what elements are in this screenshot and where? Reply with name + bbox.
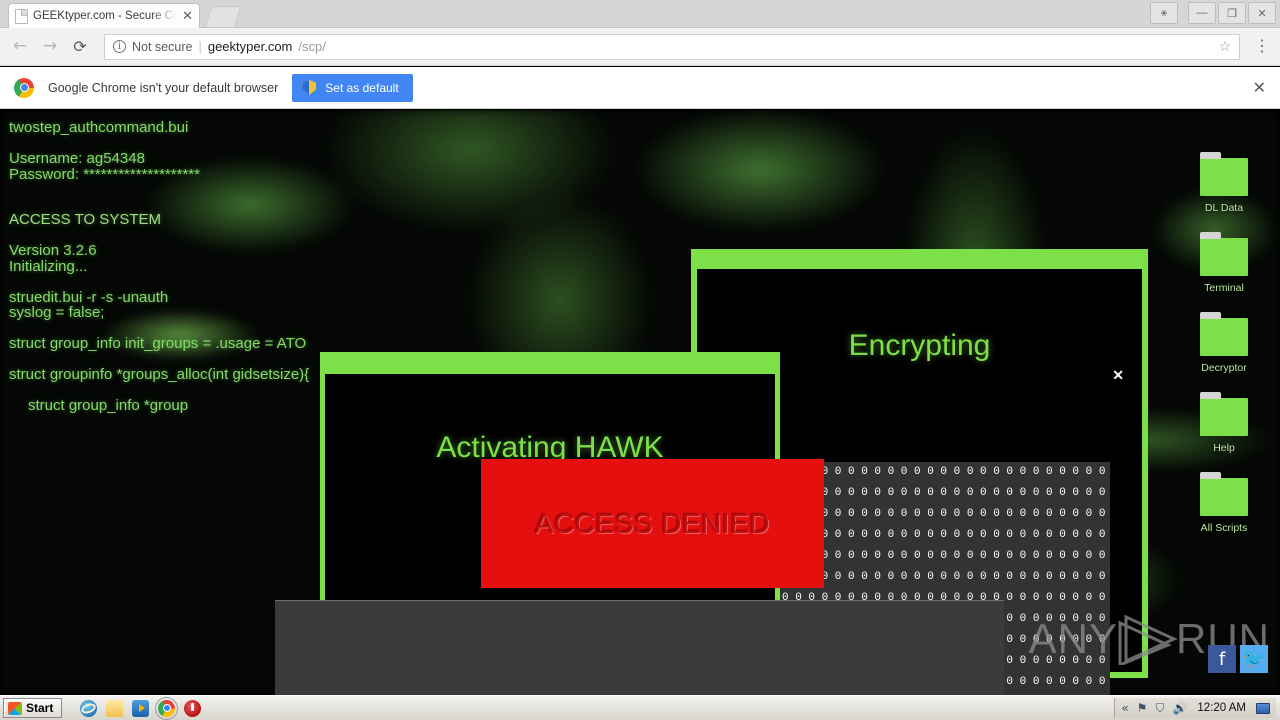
omnibox-separator: | bbox=[198, 39, 202, 54]
network-flag-icon[interactable]: ⚑ bbox=[1137, 702, 1148, 714]
system-tray: « ⚑ ⛉ 🔊 12:20 AM bbox=[1114, 698, 1276, 718]
terminal-line: twostep_authcommand.bui bbox=[9, 119, 189, 136]
windows-flag-icon bbox=[8, 701, 22, 715]
tab-strip: GEEKtyper.com - Secure Co ✕ ⚹ — ❐ ✕ bbox=[0, 0, 1280, 28]
window-controls: ⚹ — ❐ ✕ bbox=[1150, 2, 1276, 24]
quick-launch-bar bbox=[80, 696, 202, 720]
set-as-default-label: Set as default bbox=[325, 80, 399, 95]
play-triangle-icon bbox=[1116, 613, 1178, 665]
close-icon[interactable]: ✕ bbox=[182, 10, 193, 23]
page-icon bbox=[15, 8, 28, 24]
url-domain: geektyper.com bbox=[207, 39, 293, 54]
security-alert-icon[interactable]: ⛉ bbox=[1155, 702, 1164, 714]
hawk-window-titlebar[interactable] bbox=[325, 352, 775, 374]
minimize-button[interactable]: — bbox=[1188, 2, 1216, 24]
close-window-button[interactable]: ✕ bbox=[1248, 2, 1276, 24]
start-button-label: Start bbox=[26, 701, 54, 715]
anyrun-text-left: ANY bbox=[1028, 615, 1118, 662]
address-bar[interactable]: i Not secure | geektyper.com/scp/ ☆ bbox=[104, 33, 1240, 60]
taskbar-clock[interactable]: 12:20 AM bbox=[1197, 702, 1246, 714]
desktop-icon-all-scripts[interactable]: All Scripts bbox=[1182, 472, 1266, 534]
desktop-icon-terminal[interactable]: Terminal bbox=[1182, 232, 1266, 294]
volume-icon[interactable]: 🔊 bbox=[1172, 702, 1187, 714]
restore-button[interactable]: ❐ bbox=[1218, 2, 1246, 24]
set-as-default-button[interactable]: Set as default bbox=[292, 73, 413, 102]
desktop-icon-label: Help bbox=[1213, 442, 1235, 454]
tab-title: GEEKtyper.com - Secure Co bbox=[33, 10, 178, 22]
terminal-line: Username: ag54348 bbox=[9, 149, 145, 167]
shield-icon bbox=[302, 80, 317, 95]
folder-icon bbox=[1200, 312, 1248, 356]
folder-icon bbox=[1200, 472, 1248, 516]
browser-tab[interactable]: GEEKtyper.com - Secure Co ✕ bbox=[8, 3, 200, 28]
info-icon[interactable]: i bbox=[113, 40, 126, 53]
terminal-line: struct group_info init_groups = .usage =… bbox=[9, 335, 307, 352]
folder-icon bbox=[1200, 392, 1248, 436]
chrome-icon[interactable] bbox=[155, 696, 179, 720]
bottom-gray-panel bbox=[275, 600, 1004, 695]
file-explorer-icon[interactable] bbox=[106, 699, 124, 717]
browser-toolbar: ← → ⟳ i Not secure | geektyper.com/scp/ … bbox=[0, 28, 1280, 66]
chrome-browser-window: GEEKtyper.com - Secure Co ✕ ⚹ — ❐ ✕ ← → … bbox=[0, 0, 1280, 720]
close-icon[interactable]: ✕ bbox=[1112, 368, 1124, 385]
social-buttons: f 🐦 bbox=[1208, 645, 1268, 673]
desktop-icon-label: Terminal bbox=[1204, 282, 1244, 294]
show-desktop-icon[interactable] bbox=[1256, 702, 1270, 714]
shield-app-icon[interactable] bbox=[184, 699, 202, 717]
desktop-icon-decryptor[interactable]: Decryptor bbox=[1182, 312, 1266, 374]
geektyper-page: twostep_authcommand.bui Username: ag54348… bbox=[0, 110, 1280, 695]
terminal-line: Initializing... bbox=[9, 257, 88, 275]
desktop-icon-label: DL Data bbox=[1204, 202, 1244, 214]
desktop-icon-help[interactable]: Help bbox=[1182, 392, 1266, 454]
reload-icon[interactable]: ⟳ bbox=[70, 37, 90, 57]
terminal-line: ACCESS TO SYSTEM bbox=[9, 211, 161, 229]
back-icon[interactable]: ← bbox=[10, 37, 30, 57]
twitter-icon[interactable]: 🐦 bbox=[1240, 645, 1268, 673]
security-status-label: Not secure bbox=[132, 39, 193, 54]
profile-icon[interactable]: ⚹ bbox=[1150, 2, 1178, 24]
encrypting-window-titlebar[interactable] bbox=[697, 249, 1142, 269]
desktop-icon-rail: DL Data Terminal Decryptor Help All Scripts bbox=[1182, 152, 1266, 558]
folder-icon bbox=[1200, 232, 1248, 276]
facebook-icon[interactable]: f bbox=[1208, 645, 1236, 673]
chrome-logo-icon bbox=[14, 77, 34, 98]
chrome-menu-icon[interactable]: ⋮ bbox=[1254, 38, 1270, 54]
infobar-message: Google Chrome isn't your default browser bbox=[48, 80, 279, 95]
show-hidden-icon[interactable]: « bbox=[1121, 702, 1128, 714]
terminal-line: struedit.bui -r -s -unauth bbox=[9, 288, 169, 306]
desktop-icon-label: Decryptor bbox=[1201, 362, 1247, 374]
windows-taskbar: Start « ⚑ ⛉ 🔊 12:20 AM bbox=[0, 695, 1280, 720]
access-denied-banner: ACCESS DENIED bbox=[481, 459, 824, 588]
bookmark-star-icon[interactable]: ☆ bbox=[1218, 38, 1231, 55]
desktop-icon-label: All Scripts bbox=[1200, 522, 1248, 534]
forward-icon[interactable]: → bbox=[40, 37, 60, 57]
internet-explorer-icon[interactable] bbox=[80, 699, 98, 717]
folder-icon bbox=[1200, 152, 1248, 196]
new-tab-button[interactable] bbox=[204, 6, 242, 27]
media-player-icon[interactable] bbox=[132, 699, 150, 717]
start-button[interactable]: Start bbox=[3, 698, 63, 718]
default-browser-infobar: Google Chrome isn't your default browser… bbox=[0, 67, 1280, 109]
terminal-line: syslog = false; bbox=[9, 304, 105, 322]
infobar-close-icon[interactable]: ✕ bbox=[1253, 78, 1266, 97]
desktop-icon-dl-data[interactable]: DL Data bbox=[1182, 152, 1266, 214]
terminal-line: Password: ******************** bbox=[9, 165, 200, 183]
terminal-line: Version 3.2.6 bbox=[9, 242, 97, 259]
access-denied-label: ACCESS DENIED bbox=[534, 507, 771, 539]
url-path: /scp/ bbox=[298, 39, 326, 54]
